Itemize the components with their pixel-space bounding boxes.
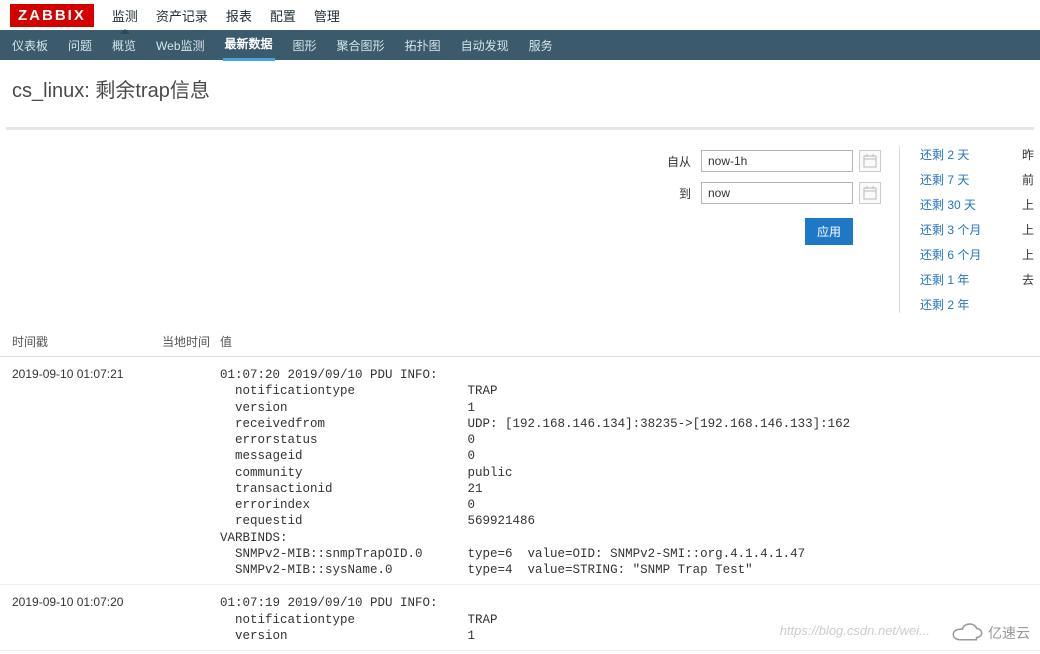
watermark-text: https://blog.csdn.net/wei... [780, 623, 930, 638]
subnav-item-7[interactable]: 拓扑图 [403, 31, 443, 60]
subnav-item-0[interactable]: 仪表板 [10, 31, 50, 60]
from-label: 自从 [667, 153, 691, 170]
filter-panel: 自从 到 应用 还剩 2 天还剩 7 天还剩 30 天还剩 3 个月还剩 6 个… [0, 130, 1040, 323]
brand-badge: 亿速云 [948, 622, 1030, 644]
quick-link-2[interactable]: 还剩 30 天 [920, 196, 1010, 213]
from-input[interactable] [701, 150, 853, 172]
page-title: cs_linux: 剩余trap信息 [0, 60, 1040, 127]
right-link-3[interactable]: 上 [1022, 221, 1034, 238]
subnav-item-4[interactable]: 最新数据 [223, 29, 275, 61]
calendar-icon[interactable] [859, 150, 881, 172]
topnav: 监测资产记录报表配置管理 [112, 6, 358, 25]
cell-timestamp: 2019-09-10 01:07:20 [12, 595, 162, 609]
subnav-item-1[interactable]: 问题 [66, 31, 94, 60]
table-row: 2019-09-10 01:07:21 01:07:20 2019/09/10 P… [0, 357, 1040, 585]
cloud-icon [948, 622, 984, 644]
topbar: ZABBIX 监测资产记录报表配置管理 [0, 0, 1040, 30]
topnav-item-0[interactable]: 监测 [112, 6, 138, 25]
zabbix-logo: ZABBIX [10, 4, 94, 27]
right-link-0[interactable]: 昨 [1022, 146, 1034, 163]
quick-range-links: 还剩 2 天还剩 7 天还剩 30 天还剩 3 个月还剩 6 个月还剩 1 年还… [920, 146, 1010, 313]
quick-link-3[interactable]: 还剩 3 个月 [920, 221, 1010, 238]
col-localtime: 当地时间 [162, 333, 220, 350]
history-header: 时间戳 当地时间 值 [0, 323, 1040, 357]
cell-value: 01:07:20 2019/09/10 PDU INFO: notificati… [220, 367, 1028, 578]
subnav-item-3[interactable]: Web监测 [154, 31, 206, 60]
subnav-item-5[interactable]: 图形 [291, 31, 319, 60]
right-link-5[interactable]: 去 [1022, 271, 1034, 288]
subnav-item-2[interactable]: 概览 [110, 31, 138, 60]
quick-link-6[interactable]: 还剩 2 年 [920, 296, 1010, 313]
to-input[interactable] [701, 182, 853, 204]
subnav-item-6[interactable]: 聚合图形 [335, 31, 387, 60]
topnav-item-4[interactable]: 管理 [314, 6, 340, 25]
topnav-item-1[interactable]: 资产记录 [156, 6, 208, 25]
quick-link-0[interactable]: 还剩 2 天 [920, 146, 1010, 163]
col-value: 值 [220, 333, 1028, 350]
quick-link-1[interactable]: 还剩 7 天 [920, 171, 1010, 188]
quick-link-4[interactable]: 还剩 6 个月 [920, 246, 1010, 263]
table-row: 2019-09-10 01:07:2001:07:19 2019/09/10 P… [0, 585, 1040, 651]
calendar-icon[interactable] [859, 182, 881, 204]
topnav-item-2[interactable]: 报表 [226, 6, 252, 25]
col-timestamp: 时间戳 [12, 333, 162, 350]
history-body: 2019-09-10 01:07:21 01:07:20 2019/09/10 P… [0, 357, 1040, 651]
to-label: 到 [679, 185, 691, 202]
quick-link-5[interactable]: 还剩 1 年 [920, 271, 1010, 288]
right-link-1[interactable]: 前 [1022, 171, 1034, 188]
right-links: 昨前上上上去 [1010, 146, 1034, 313]
right-link-2[interactable]: 上 [1022, 196, 1034, 213]
cell-timestamp: 2019-09-10 01:07:21 [12, 367, 162, 381]
subnav-item-9[interactable]: 服务 [527, 31, 555, 60]
topnav-item-3[interactable]: 配置 [270, 6, 296, 25]
apply-button[interactable]: 应用 [805, 218, 853, 245]
right-link-4[interactable]: 上 [1022, 246, 1034, 263]
subnav: 仪表板问题概览 Web监测最新数据图形聚合图形拓扑图自动发现服务 [0, 30, 1040, 60]
subnav-item-8[interactable]: 自动发现 [459, 31, 511, 60]
